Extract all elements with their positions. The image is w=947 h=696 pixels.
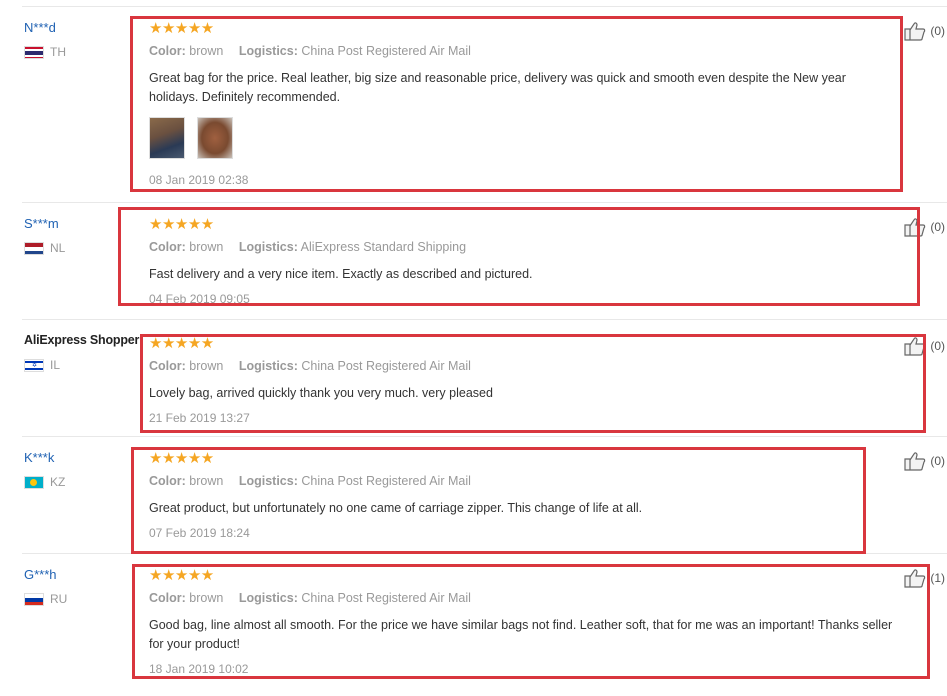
country-code: RU <box>50 592 68 606</box>
reviewer-info: K***k KZ <box>24 449 144 489</box>
helpful-count: (0) <box>930 220 945 234</box>
helpful-count: (1) <box>930 571 945 585</box>
thailand-flag-icon <box>24 45 44 59</box>
helpful-count: (0) <box>930 454 945 468</box>
netherlands-flag-icon <box>24 241 44 255</box>
reviewer-country: KZ <box>24 475 144 489</box>
thumbs-up-icon <box>904 452 926 471</box>
highlight-box <box>140 334 926 433</box>
country-code: NL <box>50 241 66 255</box>
reviewer-name[interactable]: N***d <box>24 19 144 36</box>
reviewer-country: TH <box>24 45 144 59</box>
reviewer-name[interactable]: G***h <box>24 566 144 583</box>
highlight-box <box>132 564 930 679</box>
thumbs-up-icon <box>904 22 926 41</box>
reviewer-country: RU <box>24 592 144 606</box>
highlight-box <box>131 447 866 554</box>
helpful-count: (0) <box>930 24 945 38</box>
highlight-box <box>118 207 920 306</box>
helpful-button[interactable]: (0) <box>904 451 945 471</box>
helpful-count: (0) <box>930 339 945 353</box>
reviewer-name[interactable]: AliExpress Shopper <box>24 332 144 349</box>
reviewer-info: AliExpress Shopper ✡ IL <box>24 332 144 372</box>
highlight-box <box>130 16 903 192</box>
reviewer-info: N***d TH <box>24 19 144 59</box>
country-code: KZ <box>50 475 66 489</box>
reviewer-info: G***h RU <box>24 566 144 606</box>
country-code: IL <box>50 358 61 372</box>
russia-flag-icon <box>24 592 44 606</box>
helpful-button[interactable]: (0) <box>904 21 945 41</box>
reviewer-country: ✡ IL <box>24 358 144 372</box>
reviewer-name[interactable]: K***k <box>24 449 144 466</box>
country-code: TH <box>50 45 66 59</box>
israel-flag-icon: ✡ <box>24 358 44 372</box>
kazakhstan-flag-icon <box>24 475 44 489</box>
